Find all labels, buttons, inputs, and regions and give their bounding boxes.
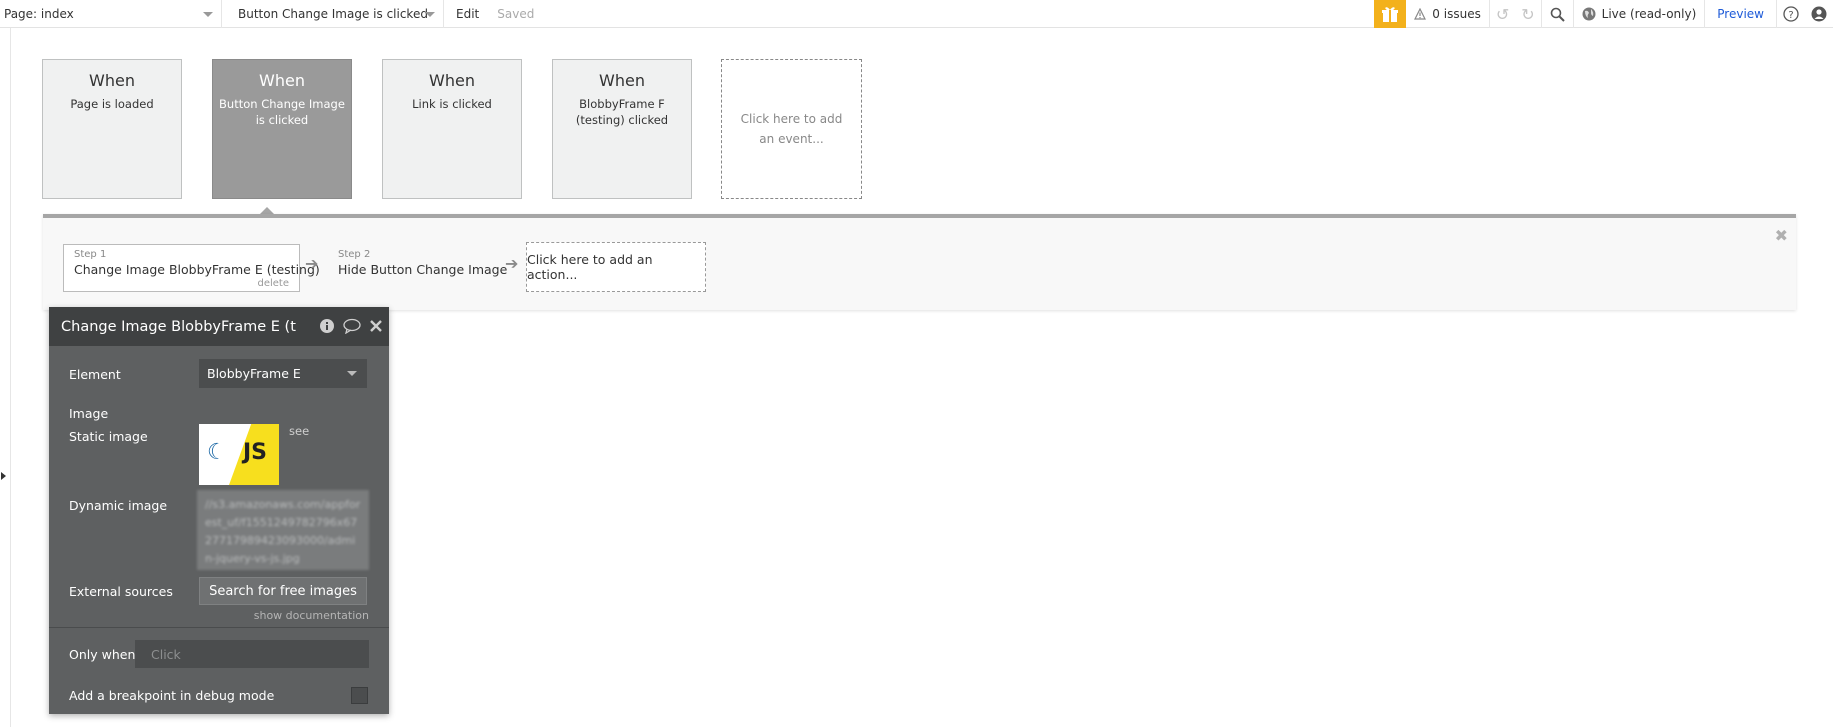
chevron-down-icon [347,371,357,376]
globe-icon [1582,7,1596,21]
event-when: When [599,71,645,90]
dynamic-image-input[interactable]: //s3.amazonaws.com/appforest_uf/f1551249… [197,490,369,570]
add-action-button[interactable]: Click here to add an action... [526,242,706,292]
event-desc: BlobbyFrame F (testing) clicked [575,97,669,127]
jquery-logo-icon: ☾ [207,440,227,465]
dynamic-image-label: Dynamic image [69,498,168,513]
event-card-blobbyframe-clicked[interactable]: When BlobbyFrame F (testing) clicked [552,59,692,199]
event-desc: Button Change Image is clicked [219,97,345,127]
event-desc: Page is loaded [70,97,154,111]
see-image-link[interactable]: see [289,424,309,438]
thumbnail-text: JS [243,440,268,465]
expand-arrow-icon[interactable] [1,472,6,480]
saved-status: Saved [497,6,535,21]
search-icon [1550,7,1565,22]
preview-label: Preview [1717,7,1764,21]
event-when: When [259,71,305,90]
topbar-right: 0 issues ↺ ↻ Live (read-only) Preview ? [1374,0,1833,28]
live-label: Live (read-only) [1601,7,1697,21]
panel-header-icons [319,318,383,334]
preview-link[interactable]: Preview [1705,0,1776,28]
event-selector[interactable]: Button Change Image is clicked [222,0,444,28]
help-icon: ? [1783,6,1799,22]
event-desc: Link is clicked [412,97,492,111]
event-selector-label: Button Change Image is clicked [238,6,428,21]
step-1-card[interactable]: Step 1 Change Image BlobbyFrame E (testi… [63,244,320,292]
info-icon[interactable] [319,318,335,334]
actions-strip: ✖ Step 1 Change Image BlobbyFrame E (tes… [43,214,1796,310]
page-selector[interactable]: Page: index [0,0,222,28]
event-card-link-clicked[interactable]: When Link is clicked [382,59,522,199]
undo-button[interactable]: ↺ [1490,0,1515,28]
element-dropdown[interactable]: BlobbyFrame E [199,359,367,388]
breakpoint-label: Add a breakpoint in debug mode [69,688,275,703]
svg-text:?: ? [1788,10,1793,21]
event-when: When [89,71,135,90]
image-label: Image [69,406,109,421]
arrow-right-icon: ➔ [305,254,319,273]
element-value: BlobbyFrame E [207,366,301,381]
redo-button[interactable]: ↻ [1515,0,1540,28]
add-event-button[interactable]: Click here to add an event... [721,59,862,199]
selected-event-pointer [260,207,274,214]
warning-icon [1414,8,1427,20]
step-number: Step 1 [74,249,107,260]
breakpoint-checkbox[interactable] [351,687,368,704]
chevron-down-icon [203,11,213,17]
close-icon[interactable]: ✖ [1775,226,1788,245]
gift-icon [1382,7,1399,22]
redo-icon: ↻ [1521,4,1535,24]
left-divider [10,28,11,727]
user-icon [1811,6,1827,22]
step-number: Step 2 [338,249,371,260]
undo-icon: ↺ [1495,4,1510,24]
action-property-panel: Change Image BlobbyFrame E (t Element Bl… [49,307,389,714]
only-when-label: Only when [69,647,136,662]
event-when: When [429,71,475,90]
issues-count: 0 issues [1432,7,1481,21]
only-when-placeholder: Click [151,646,181,662]
static-image-thumbnail[interactable]: ☾ JS [199,424,279,485]
event-card-button-clicked[interactable]: When Button Change Image is clicked [212,59,352,199]
step-title: Hide Button Change Image [338,262,508,277]
event-card-page-loaded[interactable]: When Page is loaded [42,59,182,199]
page-selector-label: Page: index [4,6,74,21]
external-sources-label: External sources [69,584,173,599]
panel-divider [49,627,389,628]
gift-button[interactable] [1374,0,1407,28]
panel-header: Change Image BlobbyFrame E (t [49,307,389,346]
show-documentation-link[interactable]: show documentation [254,609,369,622]
help-button[interactable]: ? [1777,0,1805,28]
static-image-label: Static image [69,429,148,444]
arrow-right-icon: ➔ [505,254,519,273]
search-button[interactable] [1542,0,1573,28]
live-version-selector[interactable]: Live (read-only) [1574,0,1705,28]
comment-icon[interactable] [343,318,361,334]
element-label: Element [69,367,121,382]
edit-menu[interactable]: Edit [456,7,479,21]
issues-indicator[interactable]: 0 issues [1406,0,1489,28]
panel-title: Change Image BlobbyFrame E (t [61,318,296,335]
delete-step-link[interactable]: delete [257,278,289,289]
close-icon[interactable] [369,318,383,334]
only-when-input[interactable]: Click [135,640,369,668]
search-free-images-button[interactable]: Search for free images [199,577,367,605]
chevron-down-icon [425,11,435,17]
top-bar: Page: index Button Change Image is click… [0,0,1833,28]
step-2-card[interactable]: Step 2 Hide Button Change Image [335,244,510,292]
account-button[interactable] [1805,0,1833,28]
step-title: Change Image BlobbyFrame E (testing) [74,262,320,277]
